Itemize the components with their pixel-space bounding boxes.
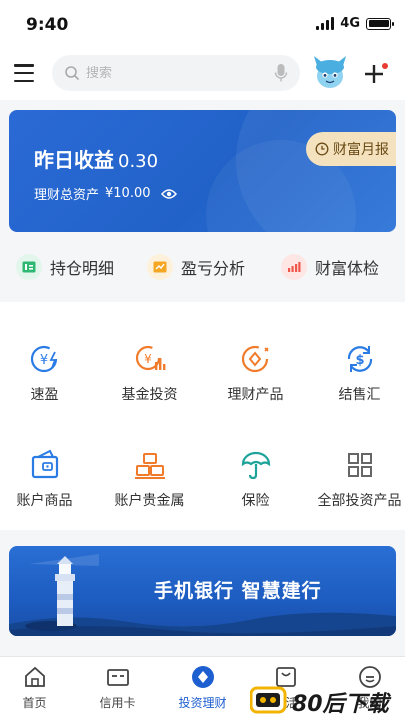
product-precious-metal[interactable]: 账户贵金属 — [99, 448, 200, 510]
clock-icon — [315, 142, 329, 156]
yesterday-earnings: 昨日收益 0.30 — [34, 144, 158, 173]
umbrella-icon — [241, 451, 270, 480]
profit-chart-icon — [147, 254, 173, 280]
mascot-avatar[interactable] — [310, 52, 350, 94]
tab-home[interactable]: 首页 — [0, 665, 75, 711]
svg-text:¥: ¥ — [39, 353, 47, 368]
product-insurance[interactable]: 保险 — [205, 448, 306, 510]
svg-text:$: $ — [355, 353, 364, 368]
quick-link-health-check[interactable]: 财富体检 — [281, 244, 379, 290]
quick-link-label: 财富体检 — [315, 259, 380, 278]
health-check-icon — [281, 254, 307, 280]
status-icons: 4G — [316, 16, 394, 31]
search-icon — [65, 66, 79, 80]
product-label: 保险 — [241, 493, 270, 509]
product-fund-investment[interactable]: ¥ 基金投资 — [99, 342, 200, 404]
site-watermark: 80后下载 — [249, 682, 405, 718]
product-label: 速盈 — [30, 387, 59, 403]
tab-label: 首页 — [22, 696, 47, 710]
product-quick-profit[interactable]: ¥ 速盈 — [0, 342, 95, 404]
quick-link-holdings[interactable]: 持仓明细 — [16, 244, 114, 290]
promo-slogan: 手机银行 智慧建行 — [154, 580, 322, 602]
product-grid: ¥ 速盈 ¥ 基金投资 理财产品 $ 结售汇 账户商品 账户贵金属 保险 全部投… — [0, 302, 405, 530]
svg-text:¥: ¥ — [144, 352, 152, 366]
watermark-text: 80后下载 — [292, 692, 389, 717]
wealth-summary-card[interactable]: 昨日收益 0.30 理财总资产 ¥10.00 财富月报 — [9, 110, 396, 232]
product-label: 基金投资 — [121, 387, 178, 403]
quick-profit-icon: ¥ — [30, 345, 57, 373]
microphone-icon[interactable] — [274, 63, 288, 83]
product-label: 结售汇 — [338, 387, 381, 403]
all-products-icon — [347, 453, 372, 477]
product-account-commodity[interactable]: 账户商品 — [0, 448, 95, 510]
product-label: 理财产品 — [227, 387, 284, 403]
tab-credit-card[interactable]: 信用卡 — [77, 665, 158, 711]
quick-link-label: 持仓明细 — [50, 259, 115, 278]
product-label: 账户贵金属 — [114, 493, 185, 509]
product-label: 账户商品 — [16, 493, 73, 509]
add-icon[interactable] — [363, 61, 389, 87]
quick-link-profit-analysis[interactable]: 盈亏分析 — [147, 244, 245, 290]
product-currency-exchange[interactable]: $ 结售汇 — [309, 342, 405, 404]
fund-icon: ¥ — [135, 345, 165, 371]
home-icon — [24, 666, 45, 687]
yesterday-earnings-value: 0.30 — [118, 151, 159, 172]
yesterday-earnings-label: 昨日收益 — [34, 148, 114, 172]
signal-icon — [316, 17, 335, 30]
exchange-icon: $ — [347, 346, 372, 372]
monthly-report-label: 财富月报 — [333, 142, 389, 158]
product-all-investments[interactable]: 全部投资产品 — [309, 448, 405, 510]
credit-card-icon — [106, 669, 129, 686]
account-commodity-icon — [31, 449, 58, 479]
status-bar: 9:40 4G — [0, 0, 405, 48]
battery-icon — [366, 17, 394, 30]
status-time: 9:40 — [26, 15, 69, 35]
quick-links: 持仓明细 盈亏分析 财富体检 — [0, 244, 405, 290]
quick-link-label: 盈亏分析 — [181, 259, 246, 278]
total-assets-label: 理财总资产 — [34, 188, 100, 203]
eye-icon[interactable] — [160, 188, 177, 200]
search-input[interactable] — [86, 65, 274, 81]
search-box[interactable] — [52, 55, 300, 91]
tab-label: 投资理财 — [178, 696, 227, 710]
network-type: 4G — [340, 16, 360, 31]
precious-metal-icon — [134, 453, 165, 479]
invest-icon — [191, 666, 214, 688]
tab-investment[interactable]: 投资理财 — [162, 665, 243, 711]
product-wealth-management[interactable]: 理财产品 — [205, 342, 306, 404]
tab-label: 信用卡 — [99, 696, 136, 710]
menu-icon[interactable] — [14, 64, 34, 82]
wealth-product-icon — [241, 345, 269, 373]
promo-banner[interactable]: 手机银行 智慧建行 — [9, 546, 396, 636]
product-label: 全部投资产品 — [317, 493, 402, 509]
monthly-report-button[interactable]: 财富月报 — [306, 132, 396, 166]
holdings-icon — [16, 254, 42, 280]
total-assets-value: ¥10.00 — [105, 186, 151, 201]
top-bar — [0, 48, 405, 100]
total-assets: 理财总资产 ¥10.00 — [34, 184, 177, 203]
